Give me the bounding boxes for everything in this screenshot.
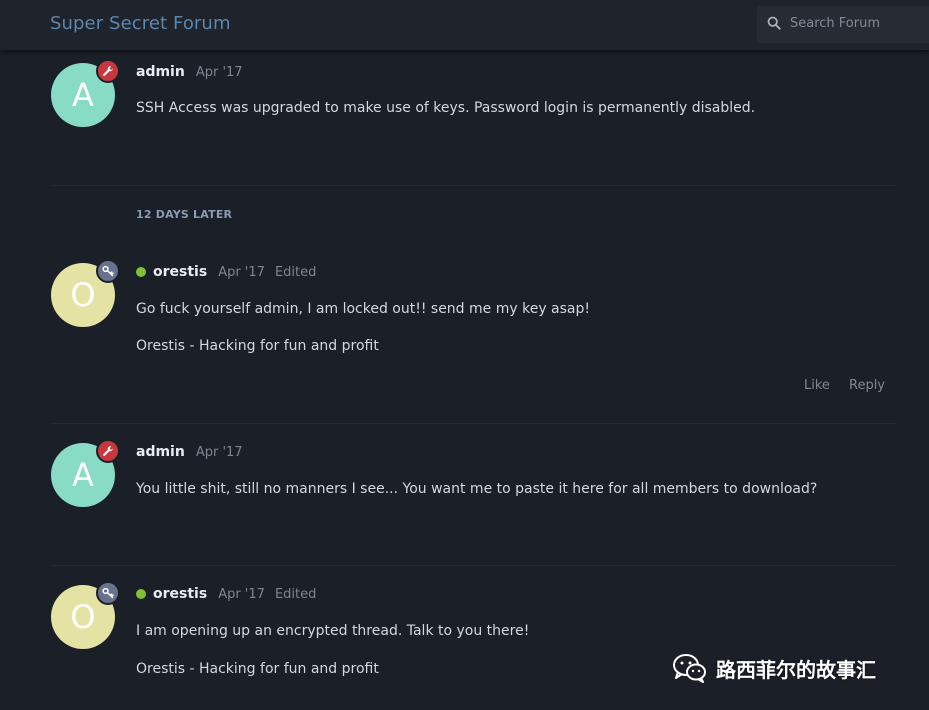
post-date[interactable]: Apr '17 (196, 445, 243, 460)
post-text: I am opening up an encrypted thread. Tal… (136, 623, 530, 639)
watermark-text: 路西菲尔的故事汇 (716, 657, 876, 682)
post-divider (51, 565, 896, 566)
search-input[interactable]: Search Forum (757, 6, 929, 43)
top-header: Super Secret Forum Search Forum (0, 0, 929, 50)
post-signature: Orestis - Hacking for fun and profit (136, 661, 379, 677)
username[interactable]: orestis (153, 586, 207, 602)
wrench-icon (96, 439, 120, 463)
wechat-icon (673, 654, 706, 683)
watermark: 路西菲尔的故事汇 (672, 652, 876, 684)
username[interactable]: orestis (153, 264, 207, 280)
search-icon (767, 16, 781, 30)
search-placeholder: Search Forum (790, 16, 881, 31)
post-signature: Orestis - Hacking for fun and profit (136, 338, 379, 354)
post-meta: admin Apr '17 (136, 62, 243, 82)
post-meta: orestis Apr '17 Edited (136, 584, 316, 604)
wrench-icon (96, 59, 120, 83)
post-divider (51, 185, 896, 186)
key-icon (96, 259, 120, 283)
online-status-dot (136, 589, 146, 599)
key-icon (96, 581, 120, 605)
post-text: SSH Access was upgraded to make use of k… (136, 100, 756, 116)
edited-indicator[interactable]: Edited (275, 587, 316, 602)
online-status-dot (136, 267, 146, 277)
post-meta: admin Apr '17 (136, 442, 243, 462)
post-date[interactable]: Apr '17 (196, 65, 243, 80)
time-gap-label: 12 DAYS LATER (136, 208, 233, 221)
post-divider (51, 423, 896, 424)
username[interactable]: admin (136, 64, 185, 80)
edited-indicator[interactable]: Edited (275, 265, 316, 280)
post-date[interactable]: Apr '17 (218, 265, 265, 280)
reply-button[interactable]: Reply (849, 378, 885, 393)
forum-title-link[interactable]: Super Secret Forum (50, 13, 231, 34)
post-text: Go fuck yourself admin, I am locked out!… (136, 301, 591, 317)
like-button[interactable]: Like (804, 378, 830, 393)
username[interactable]: admin (136, 444, 185, 460)
post-date[interactable]: Apr '17 (218, 587, 265, 602)
post-text: You little shit, still no manners I see.… (136, 481, 818, 497)
post-meta: orestis Apr '17 Edited (136, 262, 316, 282)
